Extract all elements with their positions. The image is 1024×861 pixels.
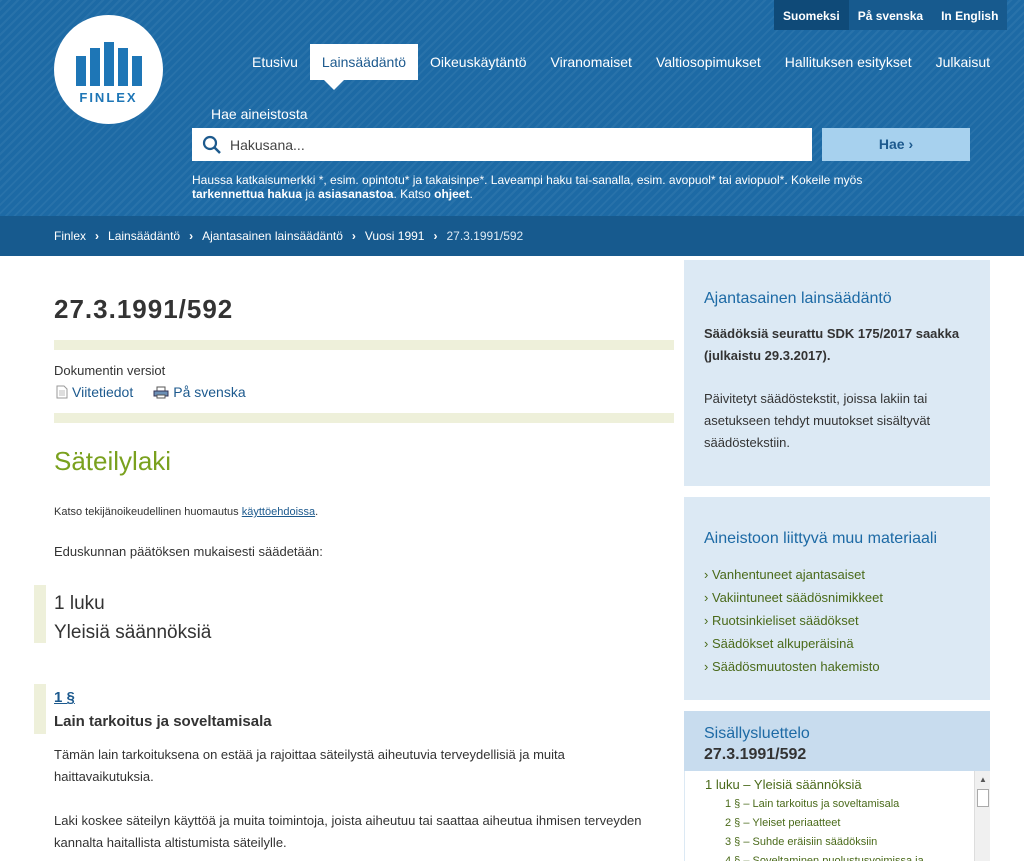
advanced-search-link[interactable]: tarkennettua hakua — [192, 187, 302, 201]
hint-text: Haussa katkaisumerkki *, esim. opintotu*… — [192, 173, 863, 187]
viitetiedot-link[interactable]: Viitetiedot — [56, 384, 133, 400]
related-link-alkuperaisina[interactable]: › Säädökset alkuperäisinä — [704, 632, 883, 655]
instructions-link[interactable]: ohjeet — [434, 187, 469, 201]
crumb-ajantasainen[interactable]: Ajantasainen lainsäädäntö — [202, 229, 343, 243]
chapter-number: 1 luku — [54, 593, 105, 614]
section-number-link[interactable]: 1 § — [54, 689, 75, 706]
nav-valtiosopimukset[interactable]: Valtiosopimukset — [644, 44, 773, 80]
related-links: › Vanhentuneet ajantasaiset › Vakiintune… — [704, 563, 883, 678]
toc-title: Sisällysluettelo — [704, 725, 810, 742]
related-link-ruotsinkieliset[interactable]: › Ruotsinkieliset säädökset — [704, 609, 883, 632]
toc-number: 27.3.1991/592 — [704, 746, 807, 763]
toc-list: 1 luku – Yleisiä säännöksiä 1 § – Lain t… — [705, 775, 967, 861]
section-title: Lain tarkoitus ja soveltamisala — [54, 713, 272, 730]
nav-viranomaiset[interactable]: Viranomaiset — [539, 44, 644, 80]
version-links: Viitetiedot På svenska — [56, 384, 266, 400]
chapter-heading: 1 luku Yleisiä säännöksiä — [54, 589, 211, 647]
divider — [54, 340, 674, 350]
terms-link[interactable]: käyttöehdoissa — [242, 506, 315, 518]
section-marker — [34, 684, 46, 734]
versions-label: Dokumentin versiot — [54, 363, 166, 378]
crumb-lainsaadanto[interactable]: Lainsäädäntö — [108, 229, 180, 243]
lang-english[interactable]: In English — [932, 0, 1007, 30]
related-link-hakemisto[interactable]: › Säädösmuutosten hakemisto — [704, 655, 883, 678]
enactment-clause: Eduskunnan päätöksen mukaisesti säädetää… — [54, 544, 323, 559]
toc-chapter-link[interactable]: 1 luku – Yleisiä säännöksiä — [705, 775, 967, 795]
nav-etusivu[interactable]: Etusivu — [240, 44, 310, 80]
search-icon — [202, 135, 221, 154]
law-title: Säteilylaki — [54, 446, 172, 476]
crumb-vuosi[interactable]: Vuosi 1991 — [365, 229, 425, 243]
hint-and: ja — [302, 187, 319, 201]
toc-section-link[interactable]: 2 § – Yleiset periaatteet — [705, 814, 967, 833]
divider — [54, 413, 674, 423]
main-content: 27.3.1991/592 Dokumentin versiot Viiteti… — [0, 256, 684, 861]
breadcrumb: Finlex › Lainsäädäntö › Ajantasainen lains… — [0, 216, 1024, 256]
viitetiedot-label: Viitetiedot — [72, 384, 134, 400]
table-of-contents[interactable]: 1 luku – Yleisiä säännöksiä 1 § – Lain t… — [684, 771, 990, 861]
sidebar-current-legislation: Ajantasainen lainsäädäntö Säädöksiä seur… — [684, 260, 990, 486]
search-input[interactable] — [230, 136, 790, 153]
toc-scrollbar[interactable]: ▲ — [974, 771, 990, 861]
main-nav: Etusivu Lainsäädäntö Oikeuskäytäntö Vira… — [240, 44, 1002, 90]
thesaurus-link[interactable]: asiasanastoa — [318, 187, 393, 201]
toc-section-link[interactable]: 3 § – Suhde eräisiin säädöksiin — [705, 833, 967, 852]
lang-finnish[interactable]: Suomeksi — [774, 0, 849, 30]
hint-end: . — [469, 187, 473, 201]
document-number: 27.3.1991/592 — [54, 294, 234, 324]
document-icon — [56, 385, 68, 399]
chapter-marker — [34, 585, 46, 643]
paragraph: Tämän lain tarkoituksena on estää ja raj… — [54, 747, 565, 784]
sidebar-related-material: Aineistoon liittyvä muu materiaali › Van… — [684, 497, 990, 700]
scroll-up-icon[interactable]: ▲ — [979, 775, 987, 784]
nav-oikeuskaytanto[interactable]: Oikeuskäytäntö — [418, 44, 539, 80]
crumb-separator: › — [351, 229, 356, 243]
logo-text: FINLEX — [79, 90, 138, 105]
pa-svenska-label: På svenska — [173, 384, 246, 400]
crumb-separator: › — [95, 229, 100, 243]
toc-section-link[interactable]: 4 § – Soveltaminen puolustusvoimissa ja — [705, 852, 967, 861]
lang-swedish[interactable]: På svenska — [849, 0, 932, 30]
pa-svenska-link[interactable]: På svenska — [153, 384, 246, 400]
nav-hallituksen-esitykset[interactable]: Hallituksen esitykset — [773, 44, 924, 80]
paragraph: Laki koskee säteilyn käyttöä ja muita to… — [54, 813, 642, 850]
sidebar-title: Ajantasainen lainsäädäntö — [704, 290, 892, 307]
logo-bars-icon — [76, 40, 142, 86]
copyright-note: Katso tekijänoikeudellinen huomautus käy… — [54, 506, 318, 518]
crumb-separator: › — [433, 229, 438, 243]
related-link-vanhentuneet[interactable]: › Vanhentuneet ajantasaiset — [704, 563, 883, 586]
nav-julkaisut[interactable]: Julkaisut — [924, 44, 1002, 80]
search-label: Hae aineistosta — [211, 106, 308, 122]
site-header: Suomeksi På svenska In English FINLEX Et… — [0, 0, 1024, 216]
scroll-thumb[interactable] — [977, 789, 989, 807]
copyright-text: Katso tekijänoikeudellinen huomautus — [54, 506, 242, 518]
search-button[interactable]: Hae › — [822, 128, 970, 161]
nav-lainsaadanto[interactable]: Lainsäädäntö — [309, 44, 418, 90]
finlex-logo[interactable]: FINLEX — [54, 15, 163, 124]
search-hint: Haussa katkaisumerkki *, esim. opintotu*… — [192, 173, 952, 201]
toc-section-link[interactable]: 1 § – Lain tarkoitus ja soveltamisala — [705, 795, 967, 814]
crumb-finlex[interactable]: Finlex — [54, 229, 86, 243]
hint-text-2: . Katso — [393, 187, 435, 201]
language-bar: Suomeksi På svenska In English — [774, 0, 1008, 30]
toc-header: Sisällysluettelo 27.3.1991/592 — [684, 711, 990, 771]
copyright-end: . — [315, 506, 319, 518]
search-box — [192, 128, 812, 161]
sidebar-description: Päivitetyt säädöstekstit, joissa lakiin … — [704, 391, 931, 450]
sidebar-followed-note: Säädöksiä seurattu SDK 175/2017 saakka (… — [704, 326, 960, 363]
related-link-vakiintuneet[interactable]: › Vakiintuneet säädösnimikkeet — [704, 586, 883, 609]
crumb-current: 27.3.1991/592 — [446, 229, 524, 243]
printer-icon — [153, 386, 169, 398]
chapter-title: Yleisiä säännöksiä — [54, 622, 212, 643]
sidebar-title: Aineistoon liittyvä muu materiaali — [704, 530, 937, 547]
crumb-separator: › — [189, 229, 194, 243]
